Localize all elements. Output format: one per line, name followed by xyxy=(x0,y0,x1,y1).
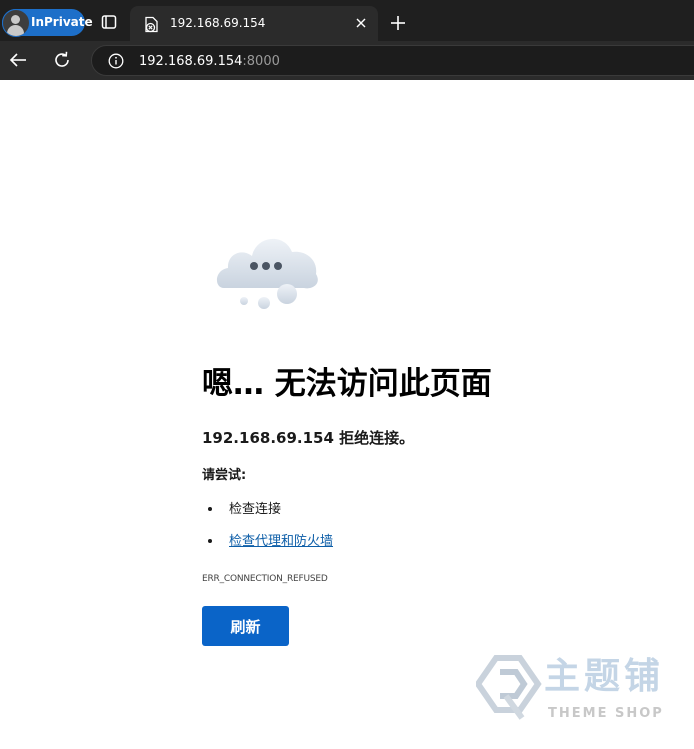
reload-icon[interactable] xyxy=(52,50,72,70)
active-tab[interactable]: 192.168.69.154 xyxy=(130,6,378,41)
refresh-button[interactable]: 刷新 xyxy=(202,606,289,646)
check-proxy-firewall-link[interactable]: 检查代理和防火墙 xyxy=(229,534,333,549)
try-label: 请尝试: xyxy=(202,468,247,483)
address-bar[interactable]: 192.168.69.154:8000 xyxy=(91,45,694,76)
inprivate-label: InPrivate xyxy=(31,15,93,29)
suggestion-check-connection: 检查连接 xyxy=(208,501,281,519)
plus-icon[interactable] xyxy=(389,14,407,32)
address-text[interactable]: 192.168.69.154:8000 xyxy=(139,54,280,69)
error-code: ERR_CONNECTION_REFUSED xyxy=(202,574,328,584)
tab-title: 192.168.69.154 xyxy=(170,16,266,30)
suggestion-text: 检查连接 xyxy=(229,502,282,517)
bullet-icon xyxy=(208,538,212,543)
theme-shop-watermark: 主题铺 THEME SHOP xyxy=(474,652,686,732)
theme-shop-logo-icon xyxy=(474,655,542,720)
toolbar: 192.168.69.154:8000 xyxy=(0,41,694,80)
back-arrow-icon[interactable] xyxy=(8,50,28,70)
inprivate-badge[interactable]: InPrivate xyxy=(2,9,93,37)
avatar xyxy=(2,9,30,37)
error-subtitle: 192.168.69.154 拒绝连接。 xyxy=(202,429,415,447)
watermark-chinese: 主题铺 xyxy=(544,656,665,697)
tab-actions-icon[interactable] xyxy=(100,13,118,31)
cloud-thinking-icon xyxy=(212,230,320,312)
tab-strip: InPrivate 192.168.69.154 xyxy=(0,0,694,41)
info-icon[interactable] xyxy=(108,53,124,69)
address-port: :8000 xyxy=(242,54,280,69)
address-host: 192.168.69.154 xyxy=(139,54,243,69)
broken-page-icon xyxy=(144,16,159,33)
watermark-english: THEME SHOP xyxy=(548,706,664,721)
bullet-icon xyxy=(208,506,212,511)
page-title: 嗯… 无法访问此页面 xyxy=(202,366,492,402)
suggestion-check-proxy: 检查代理和防火墙 xyxy=(208,533,333,551)
close-icon[interactable] xyxy=(353,15,369,31)
